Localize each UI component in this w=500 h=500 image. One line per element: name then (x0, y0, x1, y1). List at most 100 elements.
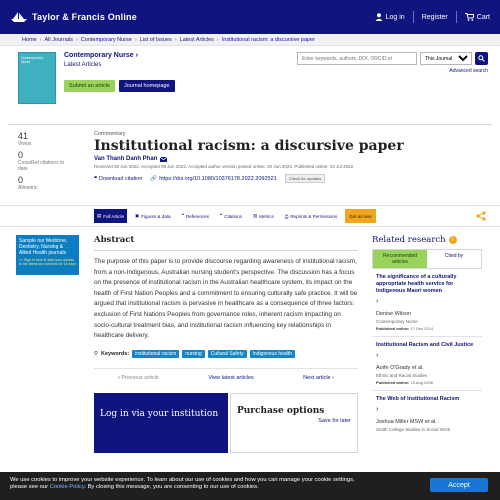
printer-icon: ⎙ (284, 213, 289, 219)
keyword-tag[interactable]: Indigenous health (249, 349, 295, 358)
download-citation-link[interactable]: ❝ Download citation (94, 176, 142, 182)
related-date: 17 Dec 2014 (410, 326, 434, 331)
altmetric-label: Altmetric (18, 185, 38, 191)
latest-articles-link[interactable]: View latest articles (208, 375, 253, 381)
publication-dates: Received 08 Jun 2022, Accepted 09 Jun 20… (94, 164, 354, 169)
journal-homepage-button[interactable]: Journal homepage (118, 80, 175, 92)
altmetric-count: 0 (18, 175, 24, 185)
related-heading: Related research (372, 235, 446, 245)
doi-label: https://doi.org/10.1080/10376178.2022.20… (159, 175, 277, 182)
related-journal: Contemporary Nurse (376, 319, 418, 324)
crumb-issues[interactable]: List of Issues (140, 37, 172, 43)
cart-label: Cart (476, 13, 490, 21)
purchase-heading: Purchase options (237, 405, 325, 416)
related-title[interactable]: The significance of a culturally appropr… (376, 274, 478, 295)
doi-link[interactable]: 🔗 https://doi.org/10.1080/10376178.2022.2… (150, 176, 276, 182)
tab-citations[interactable]: ❞ Citations (217, 209, 245, 223)
submit-article-button[interactable]: Submit an article (64, 80, 115, 92)
brand-logo[interactable]: Taylor & Francis Online (10, 11, 137, 23)
journal-title[interactable]: Contemporary Nurse › (64, 52, 175, 59)
related-author: Aoife O'Grady et al. (376, 365, 424, 371)
crossref-count: 0 (18, 150, 24, 160)
tab-cited-by[interactable]: Cited by (427, 250, 481, 268)
views-label: Views (18, 141, 32, 147)
keywords-label: Keywords: (101, 350, 130, 357)
article-title: Institutional racism: a discursive paper (94, 138, 404, 154)
accept-cookies-button[interactable]: Accept (430, 478, 488, 492)
related-date: 15 Aug 2006 (410, 380, 433, 385)
promo-headline: Sample our Medicine, Dentistry, Nursing … (19, 238, 68, 256)
chevron-right-icon[interactable]: › (376, 406, 478, 413)
user-icon (375, 13, 383, 21)
next-article-link[interactable]: Next article › (303, 375, 334, 381)
site-header: Taylor & Francis Online Log in Register … (0, 0, 500, 34)
cookie-policy-link[interactable]: Cookie Policy (50, 484, 85, 490)
related-author: Denise Wilson (376, 311, 412, 317)
save-for-later-link[interactable]: Save for later (318, 418, 351, 424)
related-journal: Ethnic and Racial Studies (376, 373, 428, 378)
keyword-tag[interactable]: nursing (182, 349, 205, 358)
cart-link[interactable]: Cart (464, 13, 490, 21)
institution-login[interactable]: Log in via your institution (94, 392, 228, 453)
tab-metrics[interactable]: ▥ Metrics (250, 209, 277, 223)
cookie-text: please see our (10, 484, 50, 490)
register-link[interactable]: Register (422, 14, 448, 21)
tab-references[interactable]: ❝ References (179, 209, 212, 223)
info-icon[interactable]: i (448, 236, 457, 244)
search-scope-select[interactable]: This Journal (420, 52, 472, 65)
get-access-button[interactable]: Get access (345, 209, 376, 223)
search-input[interactable] (297, 52, 417, 65)
search-icon (478, 55, 485, 62)
chevron-right-icon: › (216, 36, 219, 43)
tab-full-article[interactable]: ▤ Full Article (94, 209, 128, 223)
chevron-right-icon: › (174, 36, 177, 43)
tab-figures[interactable]: ▣ Figures & data (132, 209, 174, 223)
crumb-current: Institutional racism: a discursive paper (221, 36, 315, 43)
crumb-latest[interactable]: Latest Articles (180, 37, 214, 43)
published-label: Published online: (376, 380, 410, 385)
chevron-right-icon[interactable]: › (376, 352, 478, 359)
tab-reprints[interactable]: ⎙ Reprints & Permissions (282, 209, 340, 223)
author-link[interactable]: Van Thanh Danh Phan (94, 156, 404, 162)
tab-recommended[interactable]: Recommended articles (373, 250, 427, 268)
nav-divider (412, 11, 414, 23)
cookie-banner: We use cookies to improve your website e… (0, 472, 500, 500)
login-label: Log in (385, 13, 405, 21)
quote-icon: ❞ (220, 213, 223, 218)
views-count: 41 (18, 131, 29, 141)
share-icon[interactable] (476, 211, 486, 221)
related-item: The significance of a culturally appropr… (372, 269, 482, 337)
quote-icon: ❝ (94, 175, 97, 182)
related-research: Related research i Recommended articles C… (372, 235, 482, 453)
crumb-home[interactable]: Home (22, 37, 37, 43)
login-link[interactable]: Log in (375, 13, 405, 21)
previous-article-label: Previous article (121, 374, 159, 381)
quote-icon: ❝ (181, 213, 184, 218)
crumb-journal[interactable]: Contemporary Nurse (81, 37, 132, 43)
keyword-tag[interactable]: Cultural Safety (207, 349, 247, 358)
published-label: Published online: (376, 326, 410, 331)
chevron-left-icon: ‹ (118, 374, 120, 381)
search-button[interactable] (475, 52, 488, 65)
check-updates-badge[interactable]: Check for updates (284, 174, 326, 183)
chevron-right-icon: › (75, 36, 78, 43)
advanced-search-link[interactable]: Advanced search (449, 68, 488, 74)
keywords: ⚲ Keywords: institutional racism nursing… (94, 349, 358, 358)
chevron-right-icon[interactable]: › (376, 298, 478, 305)
tab-reprints-label: Reprints & Permissions (290, 213, 338, 219)
crumb-all-journals[interactable]: All Journals (45, 37, 73, 43)
journal-cover[interactable]: Contemporary Nurse (18, 52, 56, 104)
image-icon: ▣ (135, 213, 140, 218)
abstract-heading: Abstract (94, 235, 358, 251)
tab-metrics-label: Metrics (259, 213, 274, 219)
journal-title-text: Contemporary Nurse (64, 52, 134, 59)
promo-banner[interactable]: Sample our Medicine, Dentistry, Nursing … (16, 235, 79, 275)
tab-full-article-label: Full Article (103, 213, 125, 219)
previous-article-link[interactable]: ‹ Previous article (118, 375, 159, 381)
breadcrumb: Home › All Journals › Contemporary Nurse › … (0, 34, 500, 46)
related-title[interactable]: Institutional Racism and Civil Justice (376, 342, 478, 349)
purchase-options: Purchase options Save for later (230, 392, 358, 453)
related-author: Joshua Miller MSW et al. (376, 419, 437, 425)
keyword-tag[interactable]: institutional racism (132, 349, 180, 358)
related-title[interactable]: The Web of Institutional Racism (376, 396, 478, 403)
